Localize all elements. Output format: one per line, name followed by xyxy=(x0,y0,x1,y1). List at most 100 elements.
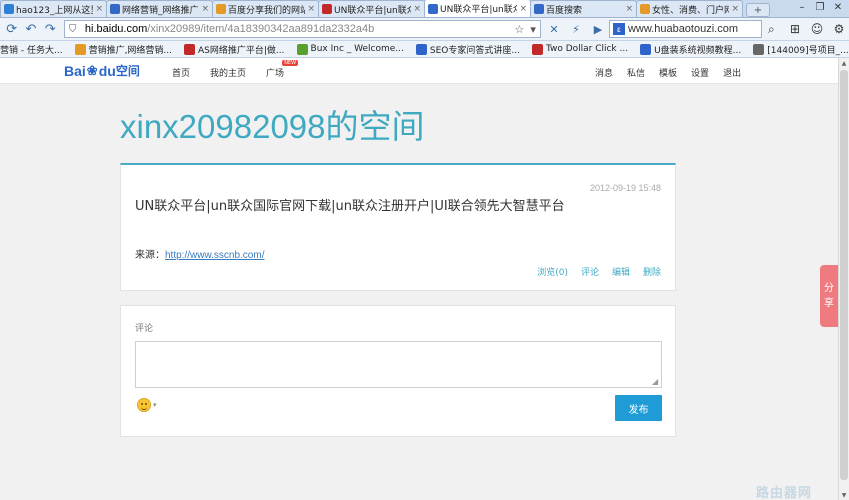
nav-messages[interactable]: 消息 xyxy=(595,66,613,79)
tab-close-icon[interactable]: × xyxy=(731,4,739,14)
shield-icon: ⛉ xyxy=(68,23,77,35)
close-icon[interactable]: ✕ xyxy=(545,20,563,38)
comment-card: 评论 ◢ ▾ 发布 xyxy=(120,305,676,437)
scroll-up-icon[interactable]: ▲ xyxy=(839,58,849,68)
restore-icon[interactable]: ❐ xyxy=(811,0,829,14)
comment-input[interactable] xyxy=(135,341,662,388)
tab-close-icon[interactable]: × xyxy=(95,4,103,14)
minimize-icon[interactable]: – xyxy=(793,0,811,14)
bookmark-label: AS网络推广平台|做... xyxy=(198,45,285,56)
bookmark-item[interactable]: SEO专家问答式讲座... xyxy=(415,43,520,56)
nav-my-homepage[interactable]: 我的主页 xyxy=(210,66,246,79)
bookmark-favicon-icon xyxy=(415,43,427,55)
resize-grip-icon[interactable]: ◢ xyxy=(652,378,661,387)
browser-tab[interactable]: UN联众平台|un联众 × xyxy=(318,0,425,17)
publish-button[interactable]: 发布 xyxy=(615,395,662,421)
baidu-paw-icon xyxy=(428,3,438,14)
nav-square[interactable]: 广场 NEW xyxy=(266,60,304,79)
browser-tab[interactable]: 百度分享我们的网站 × xyxy=(212,0,319,17)
baidu-paw-icon: ❀ xyxy=(86,62,98,78)
tab-close-icon[interactable]: × xyxy=(413,4,421,14)
bookmark-item[interactable]: U盘装系统视频教程... xyxy=(640,43,741,56)
nav-logout[interactable]: 退出 xyxy=(723,66,741,79)
search-input[interactable]: ε www.huabaotouzi.com xyxy=(608,20,762,38)
action-edit[interactable]: 编辑 xyxy=(612,265,630,278)
bookmark-favicon-icon xyxy=(531,43,543,55)
baidu-space-logo[interactable]: Bai ❀ du 空间 xyxy=(64,62,140,79)
back-icon[interactable]: ↶ xyxy=(21,19,40,39)
page-scrollbar[interactable]: ▲ ▼ xyxy=(838,58,849,500)
globe-icon xyxy=(640,4,650,14)
un-icon xyxy=(322,4,332,14)
bookmark-item[interactable]: [144009]号项目_... xyxy=(753,43,849,56)
bookmark-label: Bux Inc _ Welcome... xyxy=(310,44,404,54)
browser-tab[interactable]: UN联众平台|un联众 × xyxy=(424,0,531,17)
source-link[interactable]: http://www.sscnb.com/ xyxy=(165,250,264,261)
url-path: /xinx20989/item/4a18390342aa891da2332a4b xyxy=(147,23,375,35)
post-source: 来源：http://www.sscnb.com/ xyxy=(135,250,265,261)
window-close-icon[interactable]: ✕ xyxy=(829,0,847,14)
scroll-down-icon[interactable]: ▼ xyxy=(839,490,849,500)
baidu-paw-icon xyxy=(534,4,544,14)
tab-close-icon[interactable]: × xyxy=(201,4,209,14)
header-nav: 首页 我的主页 广场 NEW xyxy=(172,60,324,79)
bookmark-item[interactable]: 营销 - 任务大... xyxy=(0,43,63,56)
bookmark-item[interactable]: 营销推广,网络营销... xyxy=(74,43,172,56)
bookmark-item[interactable]: Two Dollar Click ... xyxy=(531,43,628,55)
flash-icon[interactable]: ⚡ xyxy=(567,20,585,38)
bookmark-item[interactable]: Bux Inc _ Welcome... xyxy=(296,43,404,55)
extensions-icon[interactable]: ⊞ xyxy=(785,20,805,38)
nav-templates[interactable]: 模板 xyxy=(659,66,677,79)
action-delete[interactable]: 删除 xyxy=(643,265,661,278)
search-engine-icon[interactable]: ε xyxy=(612,23,625,35)
address-bar[interactable]: ⛉ hi.baidu.com/xinx20989/item/4a18390342… xyxy=(63,20,541,38)
tab-label: hao123_上网从这里 xyxy=(16,5,94,16)
reload-icon[interactable]: ⟳ xyxy=(2,19,21,39)
hao123-icon xyxy=(4,4,14,14)
play-icon[interactable]: ▶ xyxy=(589,20,607,38)
bookmark-label: 营销 - 任务大... xyxy=(0,45,63,56)
browser-tab[interactable]: 百度搜索 × xyxy=(530,0,637,17)
dropdown-icon[interactable]: ▾ xyxy=(530,23,536,36)
watermark: 路由器网 xyxy=(756,486,813,500)
header-right-nav: 消息 私信 模板 设置 退出 xyxy=(595,66,755,79)
new-tab-button[interactable]: + xyxy=(746,3,770,17)
site-header: Bai ❀ du 空间 首页 我的主页 广场 NEW 消息 私信 模板 设置 退出 xyxy=(0,58,838,84)
forward-icon[interactable]: ↷ xyxy=(41,19,60,39)
nav-settings[interactable]: 设置 xyxy=(691,66,709,79)
tab-close-icon[interactable]: × xyxy=(307,4,315,14)
nav-private-messages[interactable]: 私信 xyxy=(627,66,645,79)
browser-tab[interactable]: hao123_上网从这里 × xyxy=(0,0,107,17)
bookmark-item[interactable]: AS网络推广平台|做... xyxy=(184,43,285,56)
tab-label: 百度分享我们的网站 xyxy=(228,5,306,16)
action-comment[interactable]: 评论 xyxy=(581,265,599,278)
tab-close-icon[interactable]: × xyxy=(625,4,633,14)
share-button[interactable]: 分 享 xyxy=(820,265,838,327)
star-icon[interactable]: ☆ xyxy=(515,23,525,36)
new-badge: NEW xyxy=(282,60,299,66)
tools-icon[interactable]: ⚙ xyxy=(829,20,849,38)
url-host: hi.baidu.com xyxy=(84,23,148,35)
comment-label: 评论 xyxy=(135,324,154,334)
navigation-bar: ⟳ ↶ ↷ ⛉ hi.baidu.com/xinx20989/item/4a18… xyxy=(0,18,849,41)
browser-tab[interactable]: 女性、消费、门户网 × xyxy=(636,0,743,17)
post-date: 2012-09-19 15:48 xyxy=(589,183,661,193)
bookmark-favicon-icon xyxy=(296,43,308,55)
browser-tab[interactable]: 网络营销_网络推广 × xyxy=(106,0,213,17)
bookmarks-bar: 营销 - 任务大... 营销推广,网络营销... AS网络推广平台|做... Bux … xyxy=(0,41,849,58)
window-controls: – ❐ ✕ xyxy=(793,0,847,14)
bookmark-favicon-icon xyxy=(753,43,765,55)
post-actions: 浏览(0) 评论 编辑 删除 xyxy=(524,265,661,278)
baidu-paw-icon xyxy=(110,4,120,14)
tab-label: UN联众平台|un联众 xyxy=(334,5,412,16)
user-icon[interactable]: ☺ xyxy=(807,20,827,38)
nav-home[interactable]: 首页 xyxy=(172,66,190,79)
search-icon[interactable]: ⌕ xyxy=(762,20,781,38)
emoji-picker[interactable]: ▾ xyxy=(137,398,157,412)
action-views[interactable]: 浏览(0) xyxy=(537,265,568,278)
tab-close-icon[interactable]: × xyxy=(519,4,527,14)
scroll-thumb[interactable] xyxy=(840,70,848,480)
bookmark-label: U盘装系统视频教程... xyxy=(654,45,742,56)
bookmark-favicon-icon xyxy=(184,43,196,55)
tab-label: 网络营销_网络推广 xyxy=(122,5,199,16)
